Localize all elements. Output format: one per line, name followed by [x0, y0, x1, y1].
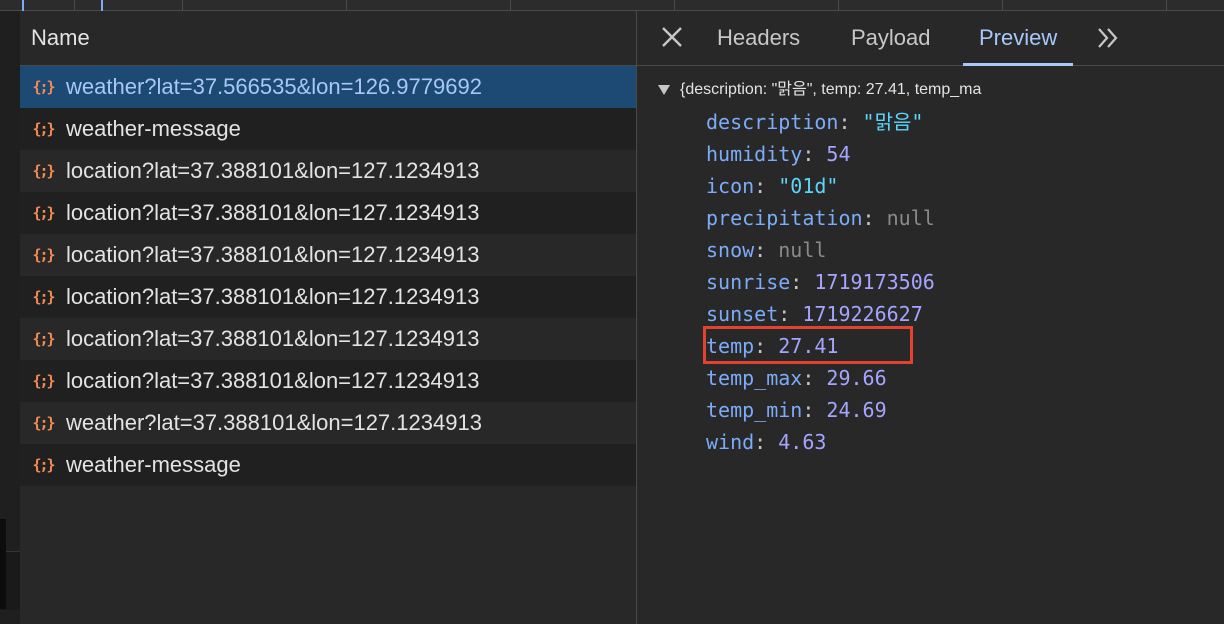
column-divider	[182, 0, 183, 11]
json-key: sunset	[706, 302, 779, 326]
json-key: temp_min	[706, 398, 803, 422]
json-colon: :	[802, 398, 827, 422]
json-colon: :	[754, 430, 779, 454]
timeline-marker	[101, 0, 103, 11]
json-colon: :	[802, 366, 827, 390]
close-icon[interactable]	[659, 24, 685, 50]
request-row[interactable]: {;} location?lat=37.388101&lon=127.123491…	[20, 360, 636, 402]
json-icon: {;}	[32, 456, 55, 474]
json-icon: {;}	[32, 204, 55, 222]
request-name: location?lat=37.388101&lon=127.1234913	[66, 158, 480, 183]
json-key: snow	[706, 238, 755, 262]
column-divider	[1002, 0, 1003, 11]
json-colon: :	[778, 302, 803, 326]
request-row[interactable]: {;} weather-message	[20, 108, 636, 150]
json-colon: :	[790, 270, 815, 294]
json-key: humidity	[706, 142, 803, 166]
json-icon: {;}	[32, 120, 55, 138]
json-value: 24.69	[826, 398, 887, 422]
json-colon: :	[754, 174, 779, 198]
json-value: 1719226627	[802, 302, 923, 326]
request-row[interactable]: {;} weather?lat=37.388101&lon=127.1234913	[20, 402, 636, 444]
json-value: 1719173506	[814, 270, 935, 294]
request-name: location?lat=37.388101&lon=127.1234913	[66, 242, 480, 267]
request-name: weather-message	[66, 116, 241, 141]
json-icon: {;}	[32, 162, 55, 180]
json-value: null	[778, 238, 827, 262]
json-icon: {;}	[32, 246, 55, 264]
json-summary-line[interactable]: {description: "맑음", temp: 27.41, temp_ma	[658, 74, 981, 106]
json-key: icon	[706, 174, 755, 198]
tab-preview[interactable]: Preview	[962, 11, 1074, 66]
json-icon: {;}	[32, 288, 55, 306]
request-name: location?lat=37.388101&lon=127.1234913	[66, 284, 480, 309]
request-row[interactable]: {;} location?lat=37.388101&lon=127.123491…	[20, 234, 636, 276]
request-row[interactable]: {;} weather?lat=37.566535&lon=126.9779692	[20, 66, 636, 108]
json-key: precipitation	[706, 206, 863, 230]
request-list: {;} weather?lat=37.566535&lon=126.9779692…	[20, 66, 636, 486]
request-row[interactable]: {;} location?lat=37.388101&lon=127.123491…	[20, 192, 636, 234]
timeline-marker	[22, 0, 24, 11]
request-row[interactable]: {;} weather-message	[20, 444, 636, 486]
json-field-temp-min[interactable]: temp_min: 24.69	[706, 394, 887, 426]
json-field-icon[interactable]: icon: "01d"	[706, 170, 838, 202]
column-divider	[1166, 0, 1167, 11]
tab-headers[interactable]: Headers	[717, 11, 800, 65]
json-key: wind	[706, 430, 755, 454]
json-colon: :	[862, 206, 887, 230]
json-field-snow[interactable]: snow: null	[706, 234, 826, 266]
request-name: weather?lat=37.388101&lon=127.1234913	[66, 410, 482, 435]
json-icon: {;}	[32, 414, 55, 432]
highlight-box	[703, 326, 913, 364]
json-key: sunrise	[706, 270, 791, 294]
json-icon: {;}	[32, 78, 55, 96]
expand-triangle-icon[interactable]	[658, 84, 670, 95]
json-colon: :	[802, 142, 827, 166]
json-value: 4.63	[778, 430, 827, 454]
name-column-header[interactable]: Name	[20, 11, 636, 66]
column-divider	[838, 0, 839, 11]
left-edge	[0, 11, 20, 624]
json-field-description[interactable]: description: "맑음"	[706, 106, 923, 138]
json-colon: :	[754, 238, 779, 262]
json-value: "01d"	[778, 174, 839, 198]
left-edge-strip	[0, 519, 6, 609]
request-row[interactable]: {;} location?lat=37.388101&lon=127.123491…	[20, 276, 636, 318]
json-field-wind[interactable]: wind: 4.63	[706, 426, 826, 458]
json-field-precipitation[interactable]: precipitation: null	[706, 202, 935, 234]
json-icon: {;}	[32, 330, 55, 348]
json-field-temp-max[interactable]: temp_max: 29.66	[706, 362, 887, 394]
request-name: weather-message	[66, 452, 241, 477]
json-icon: {;}	[32, 372, 55, 390]
column-divider	[346, 0, 347, 11]
request-row[interactable]: {;} location?lat=37.388101&lon=127.123491…	[20, 150, 636, 192]
request-name: location?lat=37.388101&lon=127.1234913	[66, 326, 480, 351]
json-summary-text: {description: "맑음", temp: 27.41, temp_ma	[680, 81, 982, 98]
json-value: null	[886, 206, 935, 230]
request-name: location?lat=37.388101&lon=127.1234913	[66, 200, 480, 225]
json-field-humidity[interactable]: humidity: 54	[706, 138, 851, 170]
json-field-sunrise[interactable]: sunrise: 1719173506	[706, 266, 935, 298]
tab-headers-label: Headers	[717, 25, 801, 50]
request-name: location?lat=37.388101&lon=127.1234913	[66, 368, 480, 393]
detail-tabs: Headers Payload Preview	[637, 11, 1224, 66]
column-divider	[74, 0, 75, 11]
column-divider	[510, 0, 511, 11]
json-value: 54	[826, 142, 851, 166]
name-column-label: Name	[31, 25, 90, 50]
chevron-double-right-icon[interactable]	[1095, 25, 1121, 51]
request-list-panel: Name {;} weather?lat=37.566535&lon=126.97…	[20, 11, 637, 624]
column-divider	[674, 0, 675, 11]
json-value: "맑음"	[862, 110, 924, 134]
tab-preview-label: Preview	[979, 25, 1058, 50]
json-key: temp_max	[706, 366, 803, 390]
request-row[interactable]: {;} location?lat=37.388101&lon=127.123491…	[20, 318, 636, 360]
tab-payload[interactable]: Payload	[851, 11, 931, 65]
json-value: 29.66	[826, 366, 887, 390]
request-name: weather?lat=37.566535&lon=126.9779692	[66, 74, 482, 99]
json-colon: :	[838, 110, 863, 134]
tab-payload-label: Payload	[851, 25, 931, 50]
json-key: description	[706, 110, 839, 134]
top-toolbar-strip	[0, 0, 1224, 11]
